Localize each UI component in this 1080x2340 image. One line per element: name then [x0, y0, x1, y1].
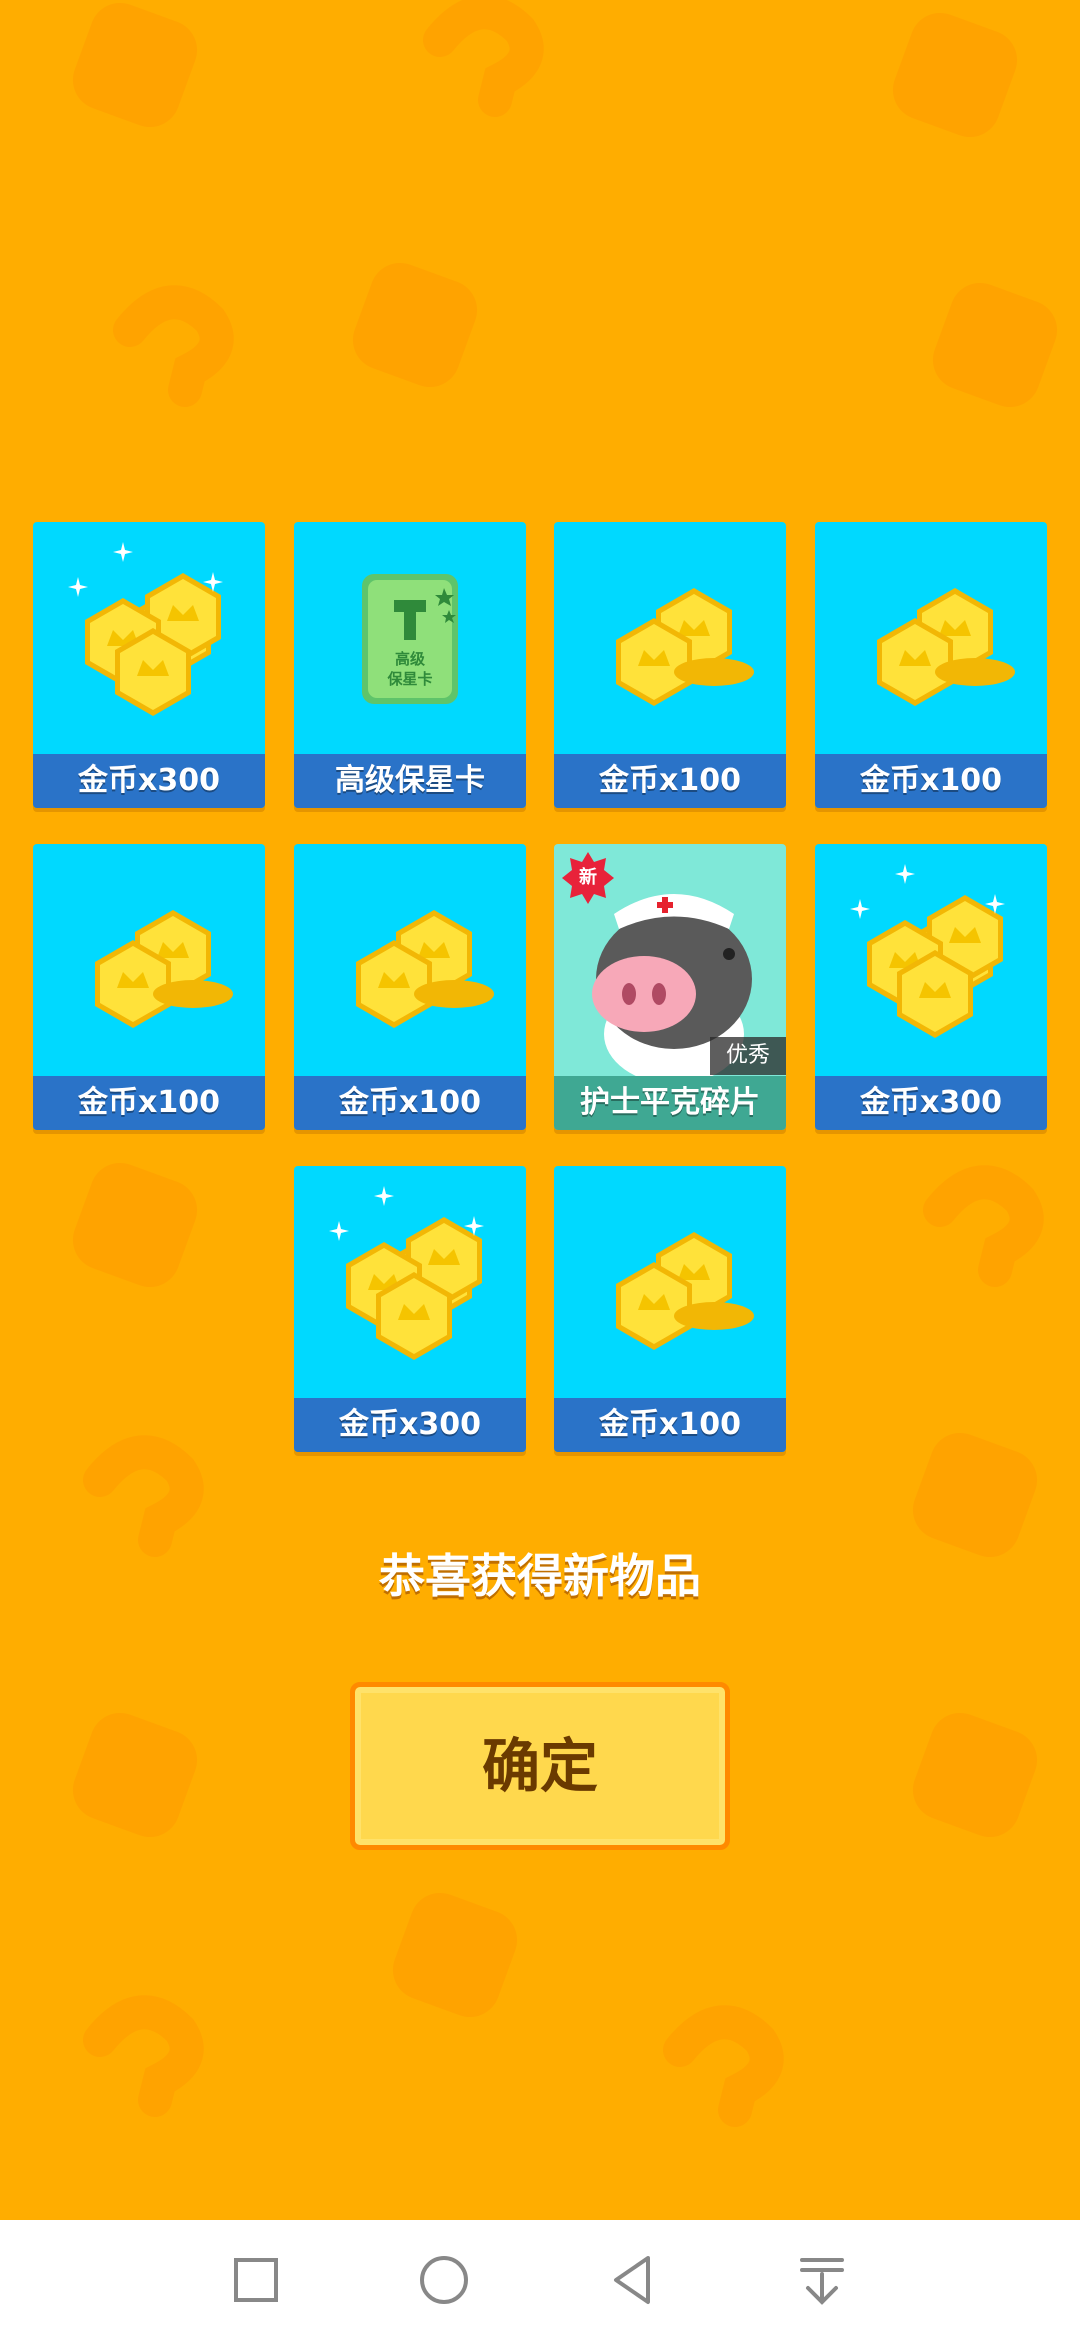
circle-home-icon[interactable]: [414, 2250, 474, 2310]
reward-card: 金币x300: [815, 844, 1047, 1130]
system-nav-bar: [0, 2220, 1080, 2340]
gift-pattern-icon: [932, 282, 1058, 408]
card-art-text: 高级: [395, 650, 426, 668]
question-pattern-icon: [113, 285, 234, 407]
square-recents-icon[interactable]: [226, 2250, 286, 2310]
coins-small-icon: [616, 588, 754, 706]
reward-card: 金币x300: [294, 1166, 526, 1452]
gift-pattern-icon: [72, 1162, 198, 1288]
reward-label: 金币x100: [294, 1076, 526, 1130]
coins-small-icon: [356, 910, 494, 1028]
reward-card: 金币x100: [815, 522, 1047, 808]
reward-label: 金币x100: [33, 1076, 265, 1130]
reward-card: 金币x300: [33, 522, 265, 808]
gift-pattern-icon: [72, 2, 198, 128]
reward-card: 金币x100: [33, 844, 265, 1130]
reward-card: 金币x100: [294, 844, 526, 1130]
coins-small-icon: [877, 588, 1015, 706]
gift-pattern-icon: [892, 12, 1018, 138]
coins-small-icon: [95, 910, 233, 1028]
reward-card: 高级 保星卡 高级保星卡: [294, 522, 526, 808]
reward-label: 金币x100: [815, 754, 1047, 808]
reward-label: 金币x300: [294, 1398, 526, 1452]
reward-label: 金币x300: [33, 754, 265, 808]
reward-label: 金币x300: [815, 1076, 1047, 1130]
congrats-message: 恭喜获得新物品: [379, 1549, 701, 1603]
question-pattern-icon: [923, 1165, 1044, 1287]
coins-large-icon: [68, 542, 223, 716]
reward-card: 新 优秀 护士平克碎片: [554, 844, 786, 1130]
reward-label: 金币x100: [554, 754, 786, 808]
reward-label: 金币x100: [554, 1398, 786, 1452]
coins-large-icon: [329, 1186, 484, 1360]
coins-small-icon: [616, 1232, 754, 1350]
new-badge-text: 新: [579, 867, 597, 888]
triangle-back-icon[interactable]: [604, 2250, 664, 2310]
question-pattern-icon: [663, 2005, 784, 2127]
rank-tag: 优秀: [709, 1037, 786, 1075]
reward-card: 金币x100: [554, 522, 786, 808]
gift-pattern-icon: [392, 1892, 518, 2018]
gift-pattern-icon: [72, 1712, 198, 1838]
coins-large-icon: [850, 864, 1005, 1038]
gift-pattern-icon: [352, 262, 478, 388]
question-pattern-icon: [423, 0, 544, 117]
question-pattern-icon: [83, 1995, 204, 2117]
reward-card: 金币x100: [554, 1166, 786, 1452]
new-badge: 新: [562, 852, 614, 904]
reward-label: 护士平克碎片: [554, 1076, 786, 1130]
confirm-button[interactable]: 确定: [350, 1682, 730, 1850]
reward-label: 高级保星卡: [294, 754, 526, 808]
star-protect-card-icon: 高级保星卡: [362, 574, 458, 704]
card-art-text: 保星卡: [386, 670, 432, 688]
gift-pattern-icon: [912, 1712, 1038, 1838]
download-arrow-icon[interactable]: [792, 2250, 852, 2310]
